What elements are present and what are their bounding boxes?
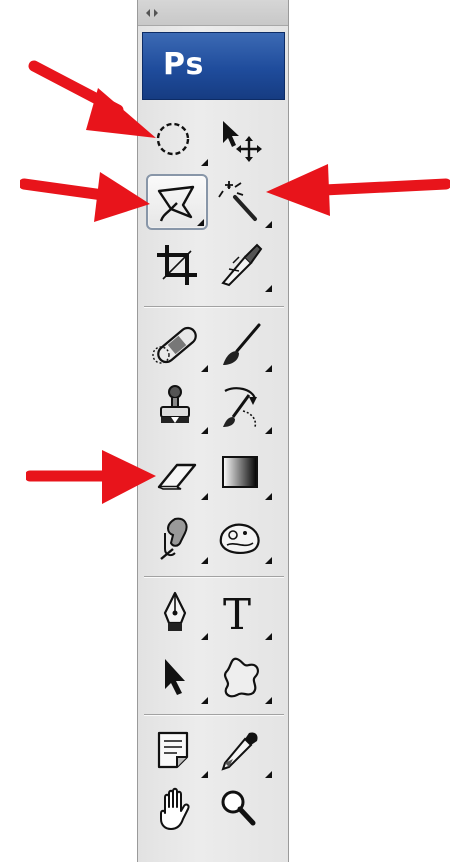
flyout-indicator xyxy=(265,285,272,292)
red-arrow-icon xyxy=(20,172,150,222)
crop-icon xyxy=(157,245,197,285)
ellipse-marquee-icon xyxy=(156,122,190,156)
brush-icon xyxy=(223,323,261,365)
type-tool[interactable]: T xyxy=(212,586,274,642)
flyout-indicator xyxy=(265,493,272,500)
crop-tool[interactable] xyxy=(148,238,210,294)
flyout-indicator xyxy=(201,427,208,434)
spot-healing-brush-tool[interactable] xyxy=(148,318,210,374)
clone-stamp-tool[interactable] xyxy=(148,380,210,436)
magnifier-icon xyxy=(221,790,256,826)
eyedropper-tool[interactable] xyxy=(212,724,274,780)
flyout-indicator xyxy=(265,697,272,704)
gradient-icon xyxy=(222,456,258,488)
photoshop-logo[interactable]: Ps xyxy=(142,32,285,100)
notes-tool[interactable] xyxy=(148,724,210,780)
zoom-tool[interactable] xyxy=(212,782,274,838)
polygonal-lasso-tool[interactable] xyxy=(146,174,208,230)
type-icon: T xyxy=(223,590,251,637)
double-arrow-icon[interactable] xyxy=(145,8,159,18)
eraser-icon xyxy=(157,463,197,490)
flyout-indicator xyxy=(201,633,208,640)
flyout-indicator xyxy=(201,493,208,500)
flyout-indicator xyxy=(201,771,208,778)
eraser-tool[interactable] xyxy=(148,446,210,502)
hand-tool[interactable] xyxy=(148,782,210,838)
slice-knife-icon xyxy=(221,243,263,287)
red-arrow-icon xyxy=(266,164,450,216)
red-arrow-icon xyxy=(28,60,156,138)
burn-hand-icon xyxy=(160,517,188,560)
move-arrow-icon xyxy=(223,121,262,162)
separator xyxy=(144,306,284,308)
separator xyxy=(144,714,284,716)
burn-tool[interactable] xyxy=(148,510,210,566)
flyout-indicator xyxy=(265,771,272,778)
history-brush-tool[interactable] xyxy=(212,380,274,436)
bandage-icon xyxy=(152,326,197,364)
selection-arrow-icon xyxy=(165,659,185,695)
flyout-indicator xyxy=(201,697,208,704)
pen-nib-icon xyxy=(163,591,187,631)
flyout-indicator xyxy=(197,219,204,226)
stamp-icon xyxy=(160,385,190,423)
sponge-tool[interactable] xyxy=(212,510,274,566)
slice-tool[interactable] xyxy=(212,238,274,294)
tools-panel: Ps T xyxy=(137,0,289,862)
flyout-indicator xyxy=(265,633,272,640)
separator xyxy=(144,576,284,578)
brush-tool[interactable] xyxy=(212,318,274,374)
flyout-indicator xyxy=(201,159,208,166)
red-arrow-icon xyxy=(26,450,156,504)
sponge-icon xyxy=(219,523,260,555)
flyout-indicator xyxy=(265,557,272,564)
custom-shape-icon xyxy=(223,657,259,698)
direct-selection-tool[interactable] xyxy=(148,650,210,706)
flyout-indicator xyxy=(265,221,272,228)
magic-wand-icon xyxy=(218,181,257,221)
polygonal-lasso-icon xyxy=(157,185,195,222)
gradient-tool[interactable] xyxy=(212,446,274,502)
flyout-indicator xyxy=(201,557,208,564)
history-brush-icon xyxy=(223,387,257,428)
hand-icon xyxy=(160,787,190,830)
eyedropper-icon xyxy=(221,732,258,771)
custom-shape-tool[interactable] xyxy=(212,650,274,706)
pen-tool[interactable] xyxy=(148,586,210,642)
svg-text:T: T xyxy=(223,590,251,637)
flyout-indicator xyxy=(265,365,272,372)
note-icon xyxy=(157,731,189,769)
flyout-indicator xyxy=(201,365,208,372)
panel-title-bar[interactable] xyxy=(138,0,288,26)
flyout-indicator xyxy=(265,427,272,434)
logo-text: Ps xyxy=(163,47,205,82)
